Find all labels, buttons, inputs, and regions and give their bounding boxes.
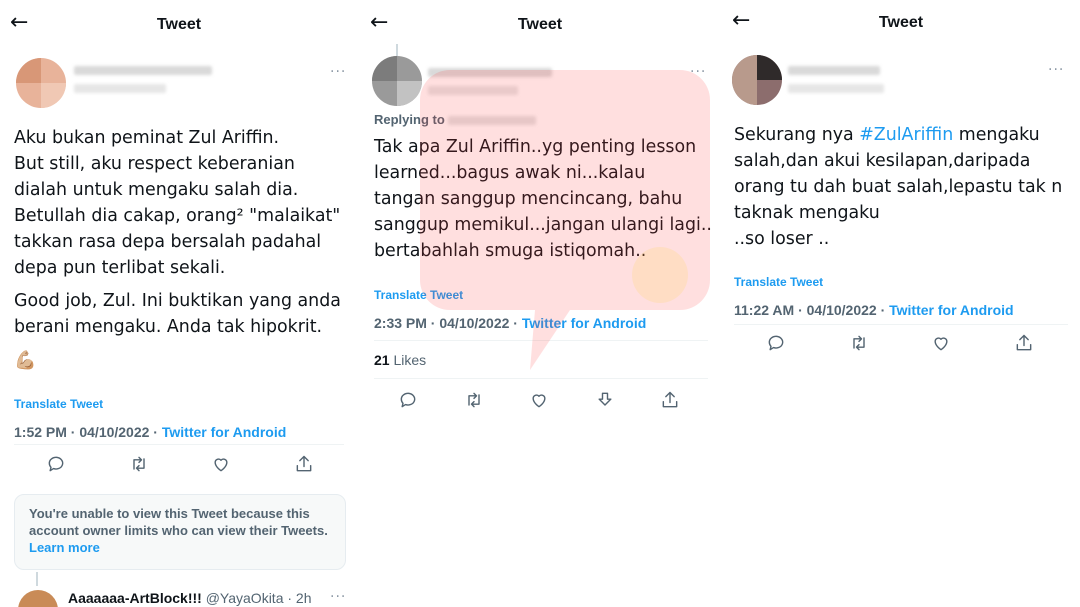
reply-author-handle: @YayaOkita · 2h (205, 590, 312, 606)
likes-number: 21 (374, 352, 390, 368)
hashtag-link[interactable]: #ZulAriffin (859, 125, 953, 145)
restricted-tweet-notice: You're unable to view this Tweet because… (14, 494, 346, 570)
reply-more-options-icon[interactable]: ··· (330, 589, 346, 605)
source-link[interactable]: Twitter for Android (522, 315, 646, 331)
action-bar (44, 452, 316, 476)
likes-label: Likes (389, 352, 427, 368)
author-handle-blurred (788, 84, 884, 93)
reply-avatar[interactable] (18, 590, 58, 607)
reply-icon[interactable] (396, 388, 420, 412)
author-handle-blurred (428, 86, 518, 95)
author-handle-blurred (74, 84, 166, 93)
tweet-panel-3: ← Tweet ··· Sekurang nya #ZulAriffin men… (722, 0, 1080, 607)
replying-to: Replying to (374, 112, 537, 127)
divider (734, 324, 1068, 325)
thread-line (36, 572, 38, 586)
translate-tweet-link[interactable]: Translate Tweet (374, 288, 463, 302)
like-icon[interactable] (929, 331, 953, 355)
like-icon[interactable] (527, 388, 551, 412)
page-title: Tweet (156, 16, 202, 33)
tweet-panel-1: ← Tweet ··· Aku bukan peminat Zul Ariffi… (0, 0, 358, 607)
reply-author-name[interactable]: Aaaaaaa-ArtBlock!!! (68, 590, 202, 606)
tweet-text: Aku bukan peminat Zul Ariffin. But still… (14, 128, 341, 278)
download-icon[interactable] (593, 388, 617, 412)
thread-line (396, 44, 398, 56)
share-icon[interactable] (658, 388, 682, 412)
divider (374, 340, 708, 341)
author-name-blurred (428, 68, 552, 77)
avatar[interactable] (372, 56, 422, 106)
more-options-icon[interactable]: ··· (1048, 62, 1064, 78)
reply-author-line: Aaaaaaa-ArtBlock!!! @YayaOkita · 2h (68, 590, 312, 606)
source-link[interactable]: Twitter for Android (889, 302, 1013, 318)
page-title: Tweet (517, 16, 563, 33)
replying-to-handle-blurred[interactable] (448, 116, 537, 125)
action-bar (396, 388, 682, 412)
replying-to-label: Replying to (374, 112, 445, 127)
tweet-timestamp: 2:33 PM · 04/10/2022 · Twitter for Andro… (374, 315, 646, 331)
like-icon[interactable] (209, 452, 233, 476)
retweet-icon[interactable] (127, 452, 151, 476)
timestamp-text: 11:22 AM · 04/10/2022 · (734, 302, 890, 318)
reply-icon[interactable] (764, 331, 788, 355)
translate-tweet-link[interactable]: Translate Tweet (734, 275, 823, 289)
action-bar (764, 331, 1036, 355)
share-icon[interactable] (1012, 331, 1036, 355)
divider (374, 378, 708, 379)
divider (14, 444, 344, 445)
more-options-icon[interactable]: ··· (330, 64, 346, 80)
header: ← Tweet (360, 8, 720, 42)
tweet-timestamp: 11:22 AM · 04/10/2022 · Twitter for Andr… (734, 302, 1014, 318)
avatar[interactable] (16, 58, 66, 108)
header: ← Tweet (0, 8, 358, 42)
page-title: Tweet (878, 14, 924, 31)
more-options-icon[interactable]: ··· (690, 64, 706, 80)
avatar[interactable] (732, 55, 782, 105)
header: ← Tweet (722, 6, 1080, 40)
tweet-timestamp: 1:52 PM · 04/10/2022 · Twitter for Andro… (14, 424, 286, 440)
retweet-icon[interactable] (462, 388, 486, 412)
timestamp-text: 2:33 PM · 04/10/2022 · (374, 315, 522, 331)
source-link[interactable]: Twitter for Android (162, 424, 286, 440)
tweet-text: Sekurang nya #ZulAriffin mengaku salah,d… (734, 122, 1080, 252)
learn-more-link[interactable]: Learn more (29, 540, 100, 555)
author-name-blurred (788, 66, 880, 75)
author-name-blurred (74, 66, 212, 75)
retweet-icon[interactable] (847, 331, 871, 355)
tweet-text: Tak apa Zul Ariffin..yg penting lesson l… (374, 137, 712, 261)
timestamp-text: 1:52 PM · 04/10/2022 · (14, 424, 162, 440)
tweet-panel-2: ← Tweet ··· Replying to Tak apa Zul Arif… (360, 0, 720, 607)
reply-icon[interactable] (44, 452, 68, 476)
flexed-biceps-emoji: 💪🏼 (14, 350, 37, 371)
tweet-text-prefix: Sekurang nya (734, 125, 860, 145)
tweet-text-2: Good job, Zul. Ini buktikan yang anda be… (14, 291, 341, 337)
translate-tweet-link[interactable]: Translate Tweet (14, 397, 103, 411)
likes-count[interactable]: 21 Likes (374, 352, 426, 368)
notice-text: You're unable to view this Tweet because… (29, 506, 328, 538)
share-icon[interactable] (292, 452, 316, 476)
